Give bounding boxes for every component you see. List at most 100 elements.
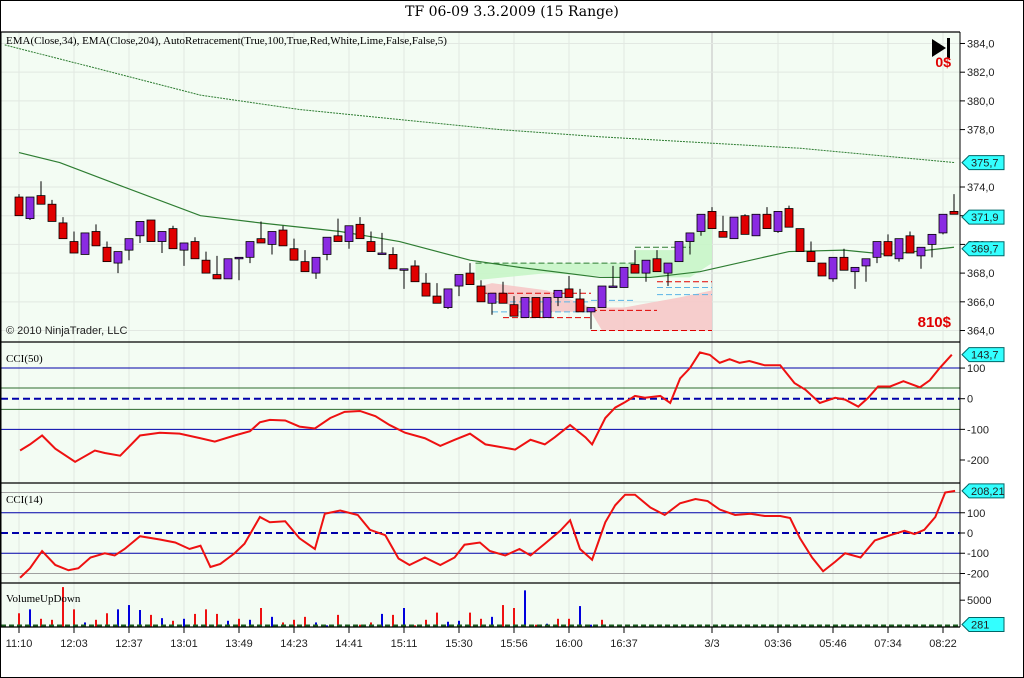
candle-body [905,235,915,254]
candle-body [685,232,695,242]
candle [751,213,761,237]
candle-body [146,219,156,242]
volume-label: VolumeUpDown [6,593,81,605]
candle-body [311,256,321,274]
candle-body [718,231,728,238]
x-tick-label: 07:34 [874,638,902,650]
candle-body [454,274,464,287]
x-tick-label: 13:49 [225,638,253,650]
cci50-label: CCI(50) [6,353,43,365]
candle-body [773,210,783,232]
candle-body [641,259,651,274]
x-tick-label: 15:56 [500,638,528,650]
candle-body [564,288,574,298]
candle-body [157,231,167,242]
candle-body [91,231,101,247]
candle-body [58,222,68,240]
cci14-label: CCI(14) [6,494,43,506]
candle-body [883,241,893,257]
cci50-tick-label: -100 [967,424,989,436]
cci14-tick-label: 100 [967,508,985,520]
cci14-readout: 208,21 [961,483,1005,499]
candle-body [674,241,684,263]
candle-body [201,259,211,274]
candle-body [322,236,332,255]
candle-body [806,251,816,263]
x-tick-label: 14:41 [335,638,363,650]
pnl-top: 0$ [935,54,951,70]
candle-body [234,256,244,260]
price-readout: 369,7 [961,241,1005,257]
candle-body [663,262,673,274]
candle-body [652,258,662,273]
price-tick-label: 364,0 [967,326,995,338]
candle-body [212,274,222,280]
candle-body [102,246,112,263]
readout-value: 369,7 [971,244,999,256]
readout-value: 375,7 [971,158,999,170]
candle-body [245,241,255,258]
candle-body [388,254,398,270]
chart-canvas[interactable]: 384,0382,0380,0378,0374,0372,0370,0368,0… [0,0,1024,678]
candle [938,213,948,235]
x-tick-label: 16:00 [555,638,583,650]
price-tick-label: 374,0 [967,182,995,194]
candle [674,241,684,263]
x-tick-label: 13:01 [170,638,198,650]
candle-body [916,246,926,257]
candle [619,266,629,288]
x-tick-label: 11:10 [6,638,33,650]
candle-body [509,304,519,317]
candle [795,228,805,252]
candle-body [377,252,387,255]
candle-body [729,216,739,240]
price-readout: 375,7 [961,155,1005,171]
x-tick-label: 12:37 [115,638,143,650]
pnl-bottom: 810$ [918,314,952,331]
candle-body [443,288,453,308]
candle-body [355,223,365,240]
candle-body [168,228,178,250]
candle-body [333,235,343,242]
candle-body [520,297,530,319]
candle-body [740,215,750,235]
candle-body [135,221,145,237]
candle-body [927,233,937,245]
x-tick-label: 3/3 [704,638,719,650]
candle [520,297,530,319]
cci50-tick-label: -200 [967,455,989,467]
cci50-readout: 143,7 [961,347,1005,363]
candle-body [872,241,882,258]
candle-body [267,231,277,245]
candle-body [751,213,761,237]
candle-body [542,297,552,319]
candle-body [190,241,200,260]
price-readout: 371,9 [961,209,1005,225]
candle-body [278,229,288,247]
x-tick-label: 12:03 [60,638,88,650]
candle-body [553,289,563,298]
x-tick-label: 14:23 [280,638,308,650]
cci14-tick-label: 0 [967,528,973,540]
copyright-text: © 2010 NinjaTrader, LLC [6,325,127,337]
candle-body [410,265,420,283]
candle-body [476,285,486,303]
candle [542,297,552,319]
candle-body [289,248,299,261]
candle-body [949,210,959,215]
candle-body [575,298,585,313]
candle-body [828,256,838,280]
candle-body [839,256,849,271]
readout-value: 281 [971,619,989,631]
price-tick-label: 366,0 [967,297,995,309]
candle-body [25,196,35,219]
candle [828,256,838,282]
candle-body [531,297,541,319]
candle [729,216,739,240]
x-tick-label: 05:46 [819,638,847,650]
candle [443,288,453,309]
chart-title: TF 06-09 3.3.2009 (15 Range) [405,4,619,20]
candle [784,205,794,228]
candle [80,232,90,255]
x-tick-label: 16:37 [610,638,638,650]
